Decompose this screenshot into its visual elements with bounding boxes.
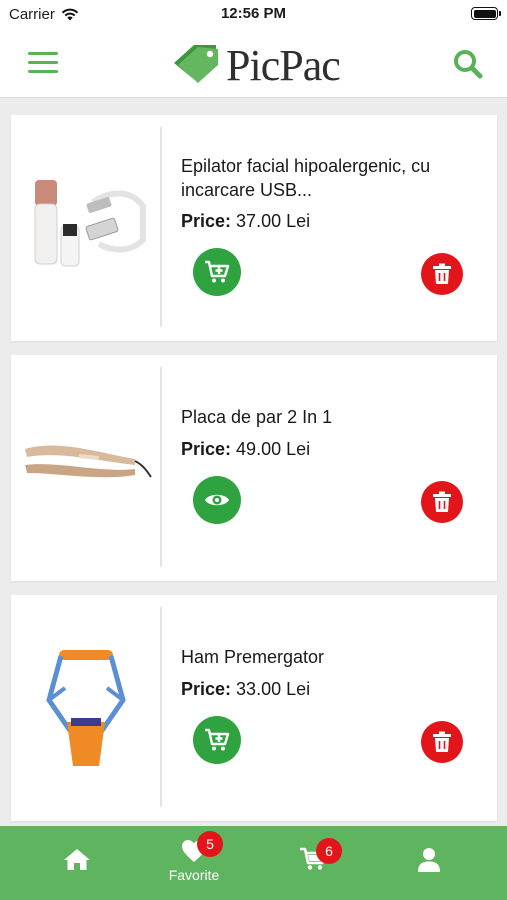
tab-favorites[interactable]: 5 Favorite (154, 826, 234, 900)
favorites-list[interactable]: Epilator facial hipoalergenic, cu incarc… (0, 99, 507, 826)
product-image[interactable] (17, 145, 155, 305)
tab-cart[interactable]: 6 (273, 826, 353, 900)
product-price: Price: 33.00 Lei (181, 679, 310, 700)
delete-button[interactable] (421, 253, 463, 295)
trash-icon (433, 263, 451, 284)
baby-walker-harness-image (46, 650, 126, 766)
price-value: 33.00 Lei (236, 679, 311, 699)
search-icon (454, 50, 483, 79)
home-icon (64, 849, 90, 870)
add-to-cart-icon (205, 260, 230, 283)
battery-icon (471, 7, 501, 20)
app-logo: PicPac (170, 34, 341, 92)
bottom-tab-bar: 5 Favorite 6 (0, 826, 507, 900)
tab-favorites-label: Favorite (168, 867, 220, 883)
product-title[interactable]: Epilator facial hipoalergenic, cu incarc… (181, 154, 471, 202)
price-label: Price: (181, 679, 232, 699)
price-value: 49.00 Lei (236, 439, 311, 459)
product-image[interactable] (17, 625, 155, 785)
product-title[interactable]: Ham Premergator (181, 645, 471, 669)
tab-profile[interactable] (389, 826, 469, 900)
status-time: 12:56 PM (220, 5, 287, 22)
epilator-image (34, 180, 146, 267)
product-card[interactable]: Placa de par 2 In 1 Price: 49.00 Lei (11, 355, 497, 581)
tab-home[interactable] (37, 826, 117, 900)
price-label: Price: (181, 439, 232, 459)
eye-icon (205, 494, 229, 506)
trash-icon (433, 491, 451, 512)
favorites-count-badge: 5 (197, 831, 223, 857)
status-bar: Carrier 12:56 PM (0, 0, 507, 28)
trash-icon (433, 731, 451, 752)
search-button[interactable] (452, 48, 484, 80)
view-product-button[interactable] (193, 476, 241, 524)
app-header: PicPac (0, 28, 507, 98)
price-tag-icon (174, 45, 218, 83)
hair-straightener-image (25, 445, 152, 478)
add-to-cart-button[interactable] (193, 248, 241, 296)
delete-button[interactable] (421, 481, 463, 523)
card-divider (160, 367, 162, 567)
product-image[interactable] (17, 385, 155, 545)
delete-button[interactable] (421, 721, 463, 763)
card-divider (160, 127, 162, 327)
user-icon (418, 848, 440, 872)
product-title[interactable]: Placa de par 2 In 1 (181, 405, 471, 429)
menu-button[interactable] (28, 52, 58, 74)
add-to-cart-button[interactable] (193, 716, 241, 764)
product-price: Price: 37.00 Lei (181, 211, 310, 232)
logo-text: PicPac (226, 40, 341, 90)
product-price: Price: 49.00 Lei (181, 439, 310, 460)
cart-count-badge: 6 (316, 838, 342, 864)
add-to-cart-icon (205, 728, 230, 751)
price-value: 37.00 Lei (236, 211, 311, 231)
product-card[interactable]: Epilator facial hipoalergenic, cu incarc… (11, 115, 497, 341)
product-card[interactable]: Ham Premergator Price: 33.00 Lei (11, 595, 497, 821)
price-label: Price: (181, 211, 232, 231)
card-divider (160, 607, 162, 807)
